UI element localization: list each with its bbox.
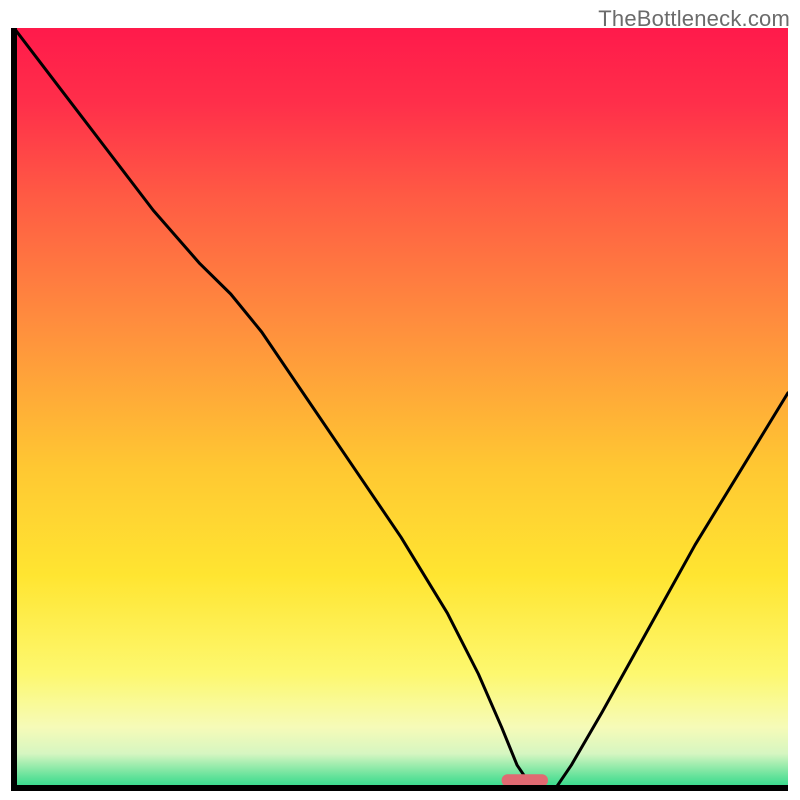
optimal-marker xyxy=(502,774,548,786)
bottleneck-chart xyxy=(0,0,800,800)
plot-background xyxy=(14,28,788,788)
watermark-text: TheBottleneck.com xyxy=(598,6,790,32)
chart-container: TheBottleneck.com xyxy=(0,0,800,800)
